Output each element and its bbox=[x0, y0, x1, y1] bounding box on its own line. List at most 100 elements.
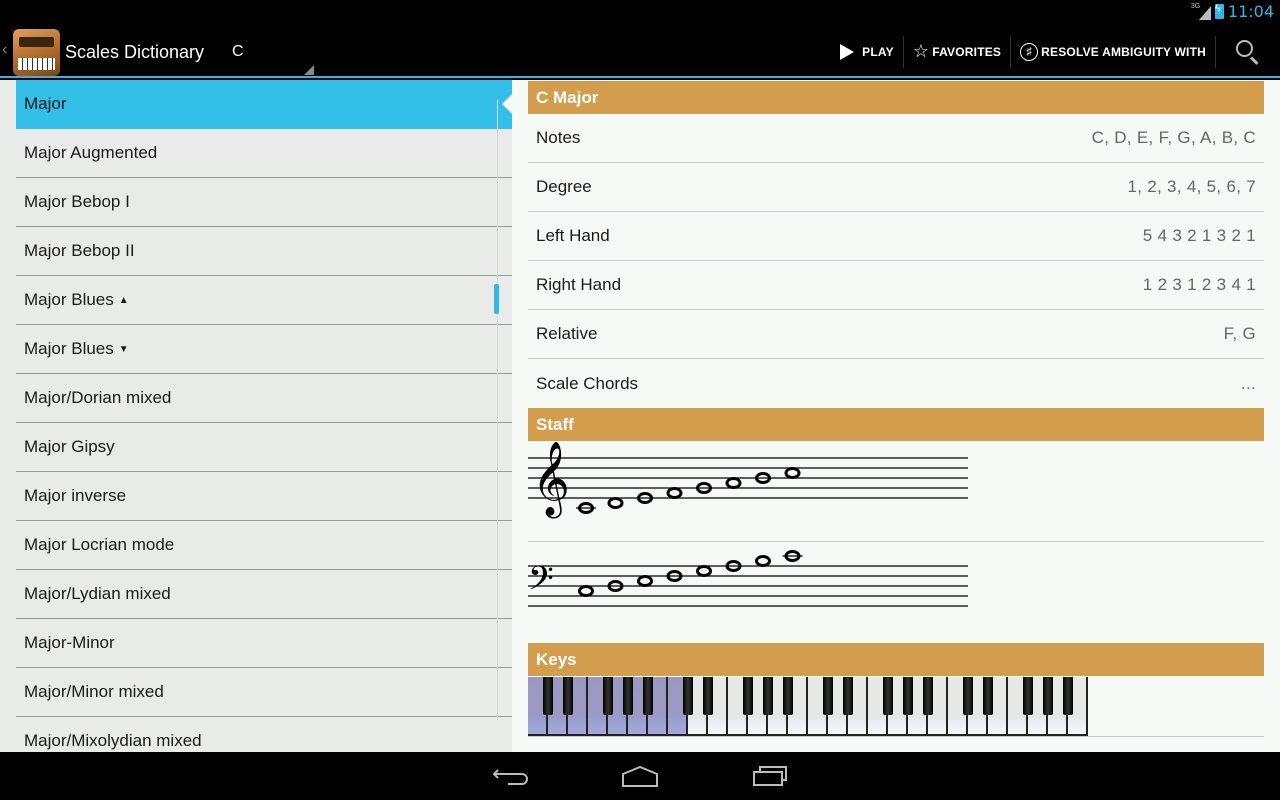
whole-note bbox=[755, 555, 771, 567]
list-scrollbar-thumb[interactable] bbox=[494, 284, 499, 314]
scale-list-item-label: Major bbox=[24, 94, 67, 113]
home-button[interactable] bbox=[600, 752, 680, 800]
info-value: ... bbox=[1240, 373, 1256, 393]
scale-list-item[interactable]: Major Blues ▲ bbox=[16, 276, 512, 325]
scale-list-item[interactable]: Major bbox=[16, 80, 512, 129]
back-icon bbox=[492, 769, 528, 785]
whole-note bbox=[637, 575, 653, 587]
descending-icon: ▼ bbox=[118, 343, 129, 355]
black-key[interactable] bbox=[763, 677, 773, 715]
black-key[interactable] bbox=[1043, 677, 1053, 715]
root-note-spinner[interactable]: C bbox=[222, 33, 314, 75]
black-key[interactable] bbox=[883, 677, 893, 715]
info-label: Notes bbox=[536, 128, 581, 147]
staff-header: Staff bbox=[528, 408, 1264, 441]
black-key[interactable] bbox=[1023, 677, 1033, 715]
info-label: Scale Chords bbox=[536, 373, 639, 393]
system-nav-bar bbox=[0, 752, 1280, 800]
scale-list-item-label: Major Locrian mode bbox=[24, 535, 175, 554]
scale-list-item-label: Major Augmented bbox=[24, 143, 158, 162]
whole-note bbox=[725, 477, 742, 489]
scale-list-item-label: Major Bebop II bbox=[24, 241, 135, 260]
back-button[interactable] bbox=[472, 752, 552, 800]
scale-list-item[interactable]: Major-Minor bbox=[16, 619, 512, 668]
black-key[interactable] bbox=[623, 677, 633, 715]
black-key[interactable] bbox=[903, 677, 913, 715]
scale-list-item[interactable]: Major/Mixolydian mixed bbox=[16, 717, 512, 752]
black-key[interactable] bbox=[643, 677, 653, 715]
bass-clef-icon: 𝄢 bbox=[528, 560, 554, 606]
black-key[interactable] bbox=[683, 677, 693, 715]
favorites-button[interactable]: ☆ FAVORITES bbox=[904, 25, 1010, 78]
info-value: 5 4 3 2 1 3 2 1 bbox=[1142, 226, 1256, 245]
info-row: Left Hand 5 4 3 2 1 3 2 1 bbox=[528, 212, 1264, 261]
scale-list-item-label: Major Bebop I bbox=[24, 192, 130, 211]
black-key[interactable] bbox=[703, 677, 713, 715]
info-value: 1, 2, 3, 4, 5, 6, 7 bbox=[1127, 177, 1256, 196]
black-key[interactable] bbox=[923, 677, 933, 715]
scale-list-item-label: Major Blues bbox=[24, 339, 114, 358]
scale-list-item-label: Major Blues bbox=[24, 290, 114, 309]
black-key[interactable] bbox=[563, 677, 573, 715]
cell-signal-icon: 3G bbox=[1191, 3, 1211, 21]
scale-title-header: C Major bbox=[528, 81, 1264, 114]
whole-note bbox=[607, 497, 624, 509]
scale-list-item[interactable]: Major Blues ▼ bbox=[16, 325, 512, 374]
scale-list-item[interactable]: Major Bebop II bbox=[16, 227, 512, 276]
info-label: Relative bbox=[536, 324, 598, 343]
black-key[interactable] bbox=[543, 677, 553, 715]
app-icon-piano[interactable] bbox=[13, 29, 60, 76]
resolve-ambiguity-button[interactable]: ♯ RESOLVE AMBIGUITY WITH bbox=[1011, 25, 1215, 78]
bass-staff: 𝄢 bbox=[528, 550, 968, 607]
scale-list-item-label: Major/Lydian mixed bbox=[24, 584, 171, 603]
treble-clef-icon: 𝄞 bbox=[532, 442, 570, 519]
info-row: Notes C, D, E, F, G, A, B, C bbox=[528, 114, 1264, 163]
black-key[interactable] bbox=[963, 677, 973, 715]
scale-list-item[interactable]: Major/Lydian mixed bbox=[16, 570, 512, 619]
clock: 11:04 bbox=[1227, 2, 1274, 21]
battery-charging-icon bbox=[1214, 3, 1224, 19]
black-key[interactable] bbox=[603, 677, 613, 715]
piano-keyboard[interactable] bbox=[528, 677, 1088, 736]
scale-list-item[interactable]: Major Gipsy bbox=[16, 423, 512, 472]
scale-list-item[interactable]: Major Locrian mode bbox=[16, 521, 512, 570]
scale-list-item[interactable]: Major inverse bbox=[16, 472, 512, 521]
keys-header: Keys bbox=[528, 643, 1264, 676]
action-bar: ‹ Scales Dictionary C PLAY ☆ FAVORITES ♯… bbox=[0, 25, 1280, 78]
action-buttons: PLAY ☆ FAVORITES ♯ RESOLVE AMBIGUITY WIT… bbox=[831, 25, 1280, 78]
ascending-icon: ▲ bbox=[118, 294, 129, 306]
scale-list-item[interactable]: Major Bebop I bbox=[16, 178, 512, 227]
black-key[interactable] bbox=[743, 677, 753, 715]
status-indicators: 3G 11:04 bbox=[1191, 2, 1274, 21]
info-row[interactable]: Scale Chords... bbox=[528, 359, 1264, 408]
scale-list[interactable]: Major Major Augmented Major Bebop I Major B… bbox=[16, 80, 512, 752]
info-value: 1 2 3 1 2 3 4 1 bbox=[1142, 275, 1256, 294]
list-scroll-track bbox=[497, 100, 498, 720]
play-button[interactable]: PLAY bbox=[831, 25, 903, 78]
black-key[interactable] bbox=[843, 677, 853, 715]
scale-list-item[interactable]: Major Augmented bbox=[16, 129, 512, 178]
black-key[interactable] bbox=[783, 677, 793, 715]
scale-list-item-label: Major/Minor mixed bbox=[24, 682, 164, 701]
scale-detail: C Major Notes C, D, E, F, G, A, B, C Degre… bbox=[512, 80, 1280, 752]
search-button[interactable] bbox=[1216, 25, 1280, 78]
main-content: Major Major Augmented Major Bebop I Major B… bbox=[0, 80, 1280, 752]
favorites-label: FAVORITES bbox=[932, 44, 1002, 59]
play-label: PLAY bbox=[862, 44, 894, 59]
black-key[interactable] bbox=[823, 677, 833, 715]
info-label: Left Hand bbox=[536, 226, 610, 245]
info-row: Degree 1, 2, 3, 4, 5, 6, 7 bbox=[528, 163, 1264, 212]
up-caret-icon[interactable]: ‹ bbox=[2, 41, 7, 59]
info-label: Right Hand bbox=[536, 275, 622, 294]
scale-list-item[interactable]: Major/Minor mixed bbox=[16, 668, 512, 717]
resolve-label: RESOLVE AMBIGUITY WITH bbox=[1041, 44, 1206, 59]
black-key[interactable] bbox=[983, 677, 993, 715]
spinner-corner-icon bbox=[304, 65, 314, 75]
scale-list-item-label: Major inverse bbox=[24, 486, 127, 505]
info-label: Degree bbox=[536, 177, 592, 196]
recents-button[interactable] bbox=[732, 752, 812, 800]
selection-pointer-icon bbox=[502, 94, 512, 114]
black-key[interactable] bbox=[1063, 677, 1073, 715]
whole-note bbox=[696, 565, 712, 577]
scale-list-item[interactable]: Major/Dorian mixed bbox=[16, 374, 512, 423]
